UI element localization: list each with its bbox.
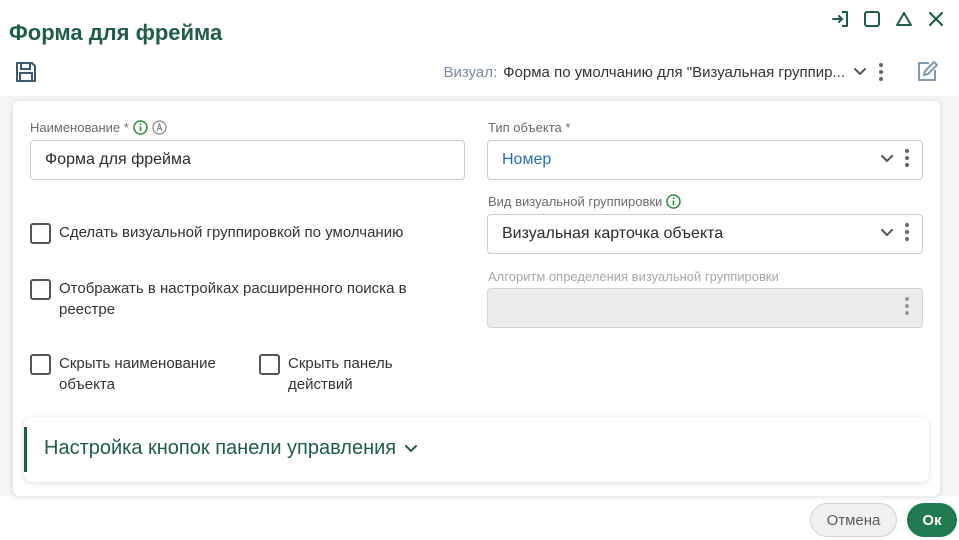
algorithm-label-text: Алгоритм определения визуальной группиро… (488, 269, 779, 284)
hide-panel-checkbox[interactable] (259, 354, 280, 375)
save-icon[interactable] (13, 59, 39, 85)
close-icon[interactable] (925, 8, 947, 30)
default-visual-group-label: Сделать визуальной группировкой по умолч… (59, 224, 404, 241)
accordion-header[interactable]: Настройка кнопок панели управления (44, 437, 418, 460)
visual-value: Форма по умолчанию для "Визуальная групп… (503, 63, 845, 81)
kebab-icon (904, 296, 910, 321)
object-type-select[interactable]: Номер (487, 140, 923, 180)
hide-name-checkbox-row[interactable]: Скрыть наименование объекта (30, 353, 216, 395)
name-label: Наименование * (30, 120, 167, 135)
algorithm-field (487, 288, 923, 328)
chevron-down-icon[interactable] (404, 437, 418, 460)
kebab-icon[interactable] (871, 60, 891, 84)
cancel-button[interactable]: Отмена (810, 503, 897, 537)
default-visual-group-checkbox[interactable] (30, 223, 51, 244)
window-title: Форма для фрейма (9, 20, 223, 45)
hide-name-label: Скрыть наименование объекта (59, 353, 216, 395)
name-label-text: Наименование * (30, 120, 129, 135)
chevron-down-icon[interactable] (880, 225, 894, 243)
kebab-icon[interactable] (904, 148, 910, 173)
maximize-icon[interactable] (861, 8, 883, 30)
name-input[interactable]: Форма для фрейма (30, 140, 465, 180)
hide-name-label-line1: Скрыть наименование (59, 355, 216, 372)
hide-name-label-line2: объекта (59, 376, 115, 393)
accordion-accent-bar (24, 427, 27, 472)
collapse-icon[interactable] (893, 8, 915, 30)
show-in-search-label-line2: реестре (59, 301, 116, 318)
hide-panel-label-line2: действий (288, 376, 353, 393)
object-type-label-text: Тип объекта * (488, 120, 571, 135)
hide-name-checkbox[interactable] (30, 354, 51, 375)
show-in-search-label-line1: Отображать в настройках расширенного пои… (59, 280, 407, 297)
chevron-down-icon[interactable] (880, 151, 894, 169)
algorithm-label: Алгоритм определения визуальной группиро… (488, 269, 779, 284)
hide-panel-label-line1: Скрыть панель (288, 355, 393, 372)
visual-selector[interactable]: Визуал: Форма по умолчанию для "Визуальн… (443, 61, 867, 83)
show-in-search-checkbox-row[interactable]: Отображать в настройках расширенного пои… (30, 278, 407, 320)
edit-icon[interactable] (914, 59, 940, 85)
object-type-label: Тип объекта * (488, 120, 570, 135)
visual-group-kind-label: Вид визуальной группировки (488, 194, 682, 209)
autofill-icon[interactable] (152, 120, 167, 135)
name-input-value: Форма для фрейма (45, 151, 191, 168)
buttons-settings-accordion: Настройка кнопок панели управления (24, 417, 929, 482)
default-visual-group-checkbox-row[interactable]: Сделать визуальной группировкой по умолч… (30, 222, 403, 244)
visual-group-kind-value: Визуальная карточка объекта (502, 225, 724, 242)
visual-group-kind-label-text: Вид визуальной группировки (488, 194, 663, 209)
info-icon[interactable] (666, 194, 682, 209)
title-bar: Форма для фрейма Визуал: Форма по умолча… (0, 0, 959, 96)
info-icon[interactable] (133, 120, 148, 135)
visual-group-kind-select[interactable]: Визуальная карточка объекта (487, 214, 923, 254)
object-type-value: Номер (502, 151, 552, 168)
chevron-down-icon[interactable] (853, 67, 867, 77)
window-controls (829, 8, 947, 30)
hide-panel-label: Скрыть панель действий (288, 353, 393, 395)
visual-label: Визуал: (443, 63, 498, 81)
show-in-search-label: Отображать в настройках расширенного пои… (59, 278, 407, 320)
ok-button[interactable]: Ок (907, 503, 957, 537)
dock-icon[interactable] (829, 8, 851, 30)
hide-panel-checkbox-row[interactable]: Скрыть панель действий (259, 353, 393, 395)
accordion-title: Настройка кнопок панели управления (44, 437, 397, 459)
show-in-search-checkbox[interactable] (30, 279, 51, 300)
kebab-icon[interactable] (904, 222, 910, 247)
